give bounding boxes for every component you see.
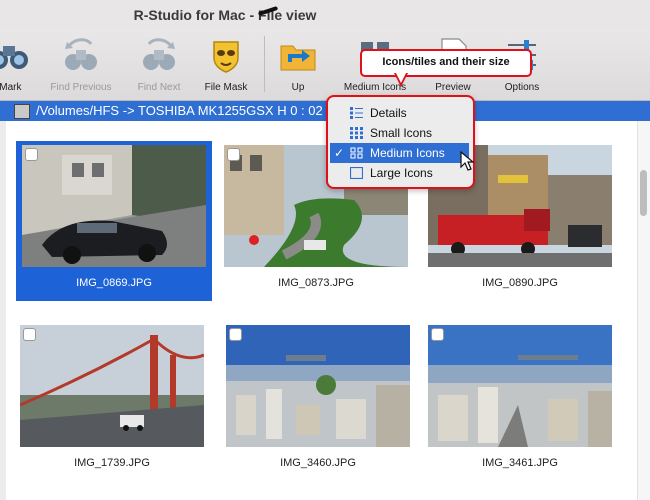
file-tile[interactable]: IMG_3461.JPG [422, 321, 618, 481]
menu-item-label: Medium Icons [370, 146, 445, 160]
menu-item-small-icons[interactable]: Small Icons [330, 123, 469, 143]
photo-city-bay-view [226, 325, 410, 447]
find-next-label: Find Next [137, 82, 181, 93]
photo-golden-gate-bridge [20, 325, 204, 447]
file-name: IMG_1739.JPG [74, 457, 150, 469]
thumbnail [226, 325, 410, 447]
file-name: IMG_0890.JPG [482, 277, 558, 289]
preview-label: Preview [435, 82, 471, 93]
file-tile[interactable]: IMG_1739.JPG [14, 321, 210, 481]
photo-city-hill-bay [428, 325, 612, 447]
window-title: R-Studio for Mac - File view [133, 7, 317, 23]
find-previous-label: Find Previous [50, 82, 112, 93]
file-name: IMG_3461.JPG [482, 457, 558, 469]
mouse-pointer-icon [460, 150, 475, 171]
menu-item-label: Large Icons [370, 166, 433, 180]
checkmark-icon: ✓ [334, 146, 345, 160]
file-name: IMG_0873.JPG [278, 277, 354, 289]
up-button[interactable]: Up [263, 34, 333, 94]
annotation-callout-tail-inner [396, 73, 406, 83]
file-name: IMG_0869.JPG [76, 277, 152, 289]
scrollbar-thumb[interactable] [640, 170, 647, 216]
thumbnail [22, 145, 206, 267]
folder-up-icon [280, 45, 316, 71]
select-checkbox[interactable] [431, 328, 444, 341]
select-checkbox[interactable] [227, 148, 240, 161]
disk-icon [14, 104, 30, 119]
medium-icons-grid-icon [350, 147, 363, 159]
thumbnail [428, 325, 612, 447]
find-previous-button[interactable]: Find Previous [46, 34, 116, 94]
photo-street-car [22, 145, 206, 267]
file-name: IMG_3460.JPG [280, 457, 356, 469]
mask-icon [213, 41, 239, 73]
binoculars-forward-icon [143, 38, 175, 70]
thumbnail [20, 325, 204, 447]
file-tile[interactable]: IMG_3460.JPG [220, 321, 416, 481]
file-mask-label: File Mask [204, 82, 248, 93]
up-label: Up [291, 82, 305, 93]
small-icons-grid-icon [350, 127, 363, 139]
path-text: /Volumes/HFS -> TOSHIBA MK1255GSX H 0 : … [36, 103, 323, 118]
window-titlebar: R-Studio for Mac - File view [0, 0, 650, 30]
file-grid: IMG_0869.JPG IMG_0873.JPG IMG_0890.JPG I… [6, 121, 637, 500]
menu-item-medium-icons[interactable]: ✓ Medium Icons [330, 143, 469, 163]
menu-item-details[interactable]: Details [330, 103, 469, 123]
menu-item-label: Details [370, 106, 407, 120]
details-list-icon [350, 107, 363, 119]
select-checkbox[interactable] [25, 148, 38, 161]
annotation-callout: Icons/tiles and their size [360, 49, 532, 77]
menu-item-label: Small Icons [370, 126, 433, 140]
file-tile[interactable]: IMG_0869.JPG [16, 141, 212, 301]
path-bar: /Volumes/HFS -> TOSHIBA MK1255GSX H 0 : … [0, 101, 650, 121]
toolbar: /Mark Find Previous Find Next File Mask [0, 30, 650, 101]
select-checkbox[interactable] [23, 328, 36, 341]
select-checkbox[interactable] [229, 328, 242, 341]
view-mode-menu: Details Small Icons ✓ Medium Icons Large… [326, 95, 475, 189]
binoculars-back-icon [65, 38, 97, 70]
binoculars-icon [0, 46, 28, 69]
find-next-button[interactable]: Find Next [124, 34, 194, 94]
find-mark-label: /Mark [0, 82, 22, 93]
large-icons-icon [350, 167, 363, 179]
menu-item-large-icons[interactable]: Large Icons [330, 163, 469, 183]
options-label: Options [504, 82, 540, 93]
find-mark-button[interactable]: /Mark [0, 34, 44, 94]
file-mask-button[interactable]: File Mask [191, 34, 261, 94]
